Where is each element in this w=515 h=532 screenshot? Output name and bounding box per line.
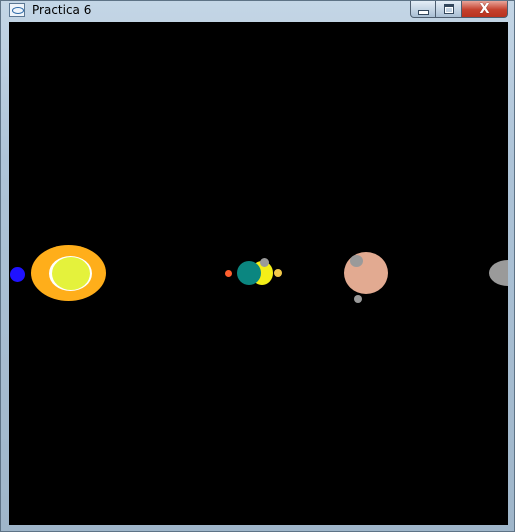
close-button[interactable]: X bbox=[462, 1, 508, 18]
gray-moon-peach bbox=[350, 255, 363, 267]
title-bar[interactable]: Practica 6 X bbox=[1, 1, 514, 23]
gray-moon-below bbox=[354, 295, 362, 303]
yellow-green-planet bbox=[52, 257, 90, 290]
blue-planet bbox=[10, 267, 25, 282]
window-title: Practica 6 bbox=[32, 3, 92, 17]
gray-moon-center bbox=[260, 258, 269, 267]
close-icon: X bbox=[479, 1, 490, 17]
app-window: Practica 6 X bbox=[0, 0, 515, 532]
render-canvas[interactable] bbox=[9, 22, 508, 525]
red-orange-moon bbox=[225, 270, 232, 277]
gray-planet-edge bbox=[489, 260, 508, 286]
minimize-button[interactable] bbox=[410, 1, 436, 18]
app-icon[interactable] bbox=[9, 3, 25, 17]
gold-moon bbox=[274, 269, 282, 277]
maximize-icon bbox=[443, 4, 454, 14]
teal-planet bbox=[237, 261, 261, 285]
maximize-button[interactable] bbox=[436, 1, 462, 18]
minimize-icon bbox=[417, 9, 429, 15]
